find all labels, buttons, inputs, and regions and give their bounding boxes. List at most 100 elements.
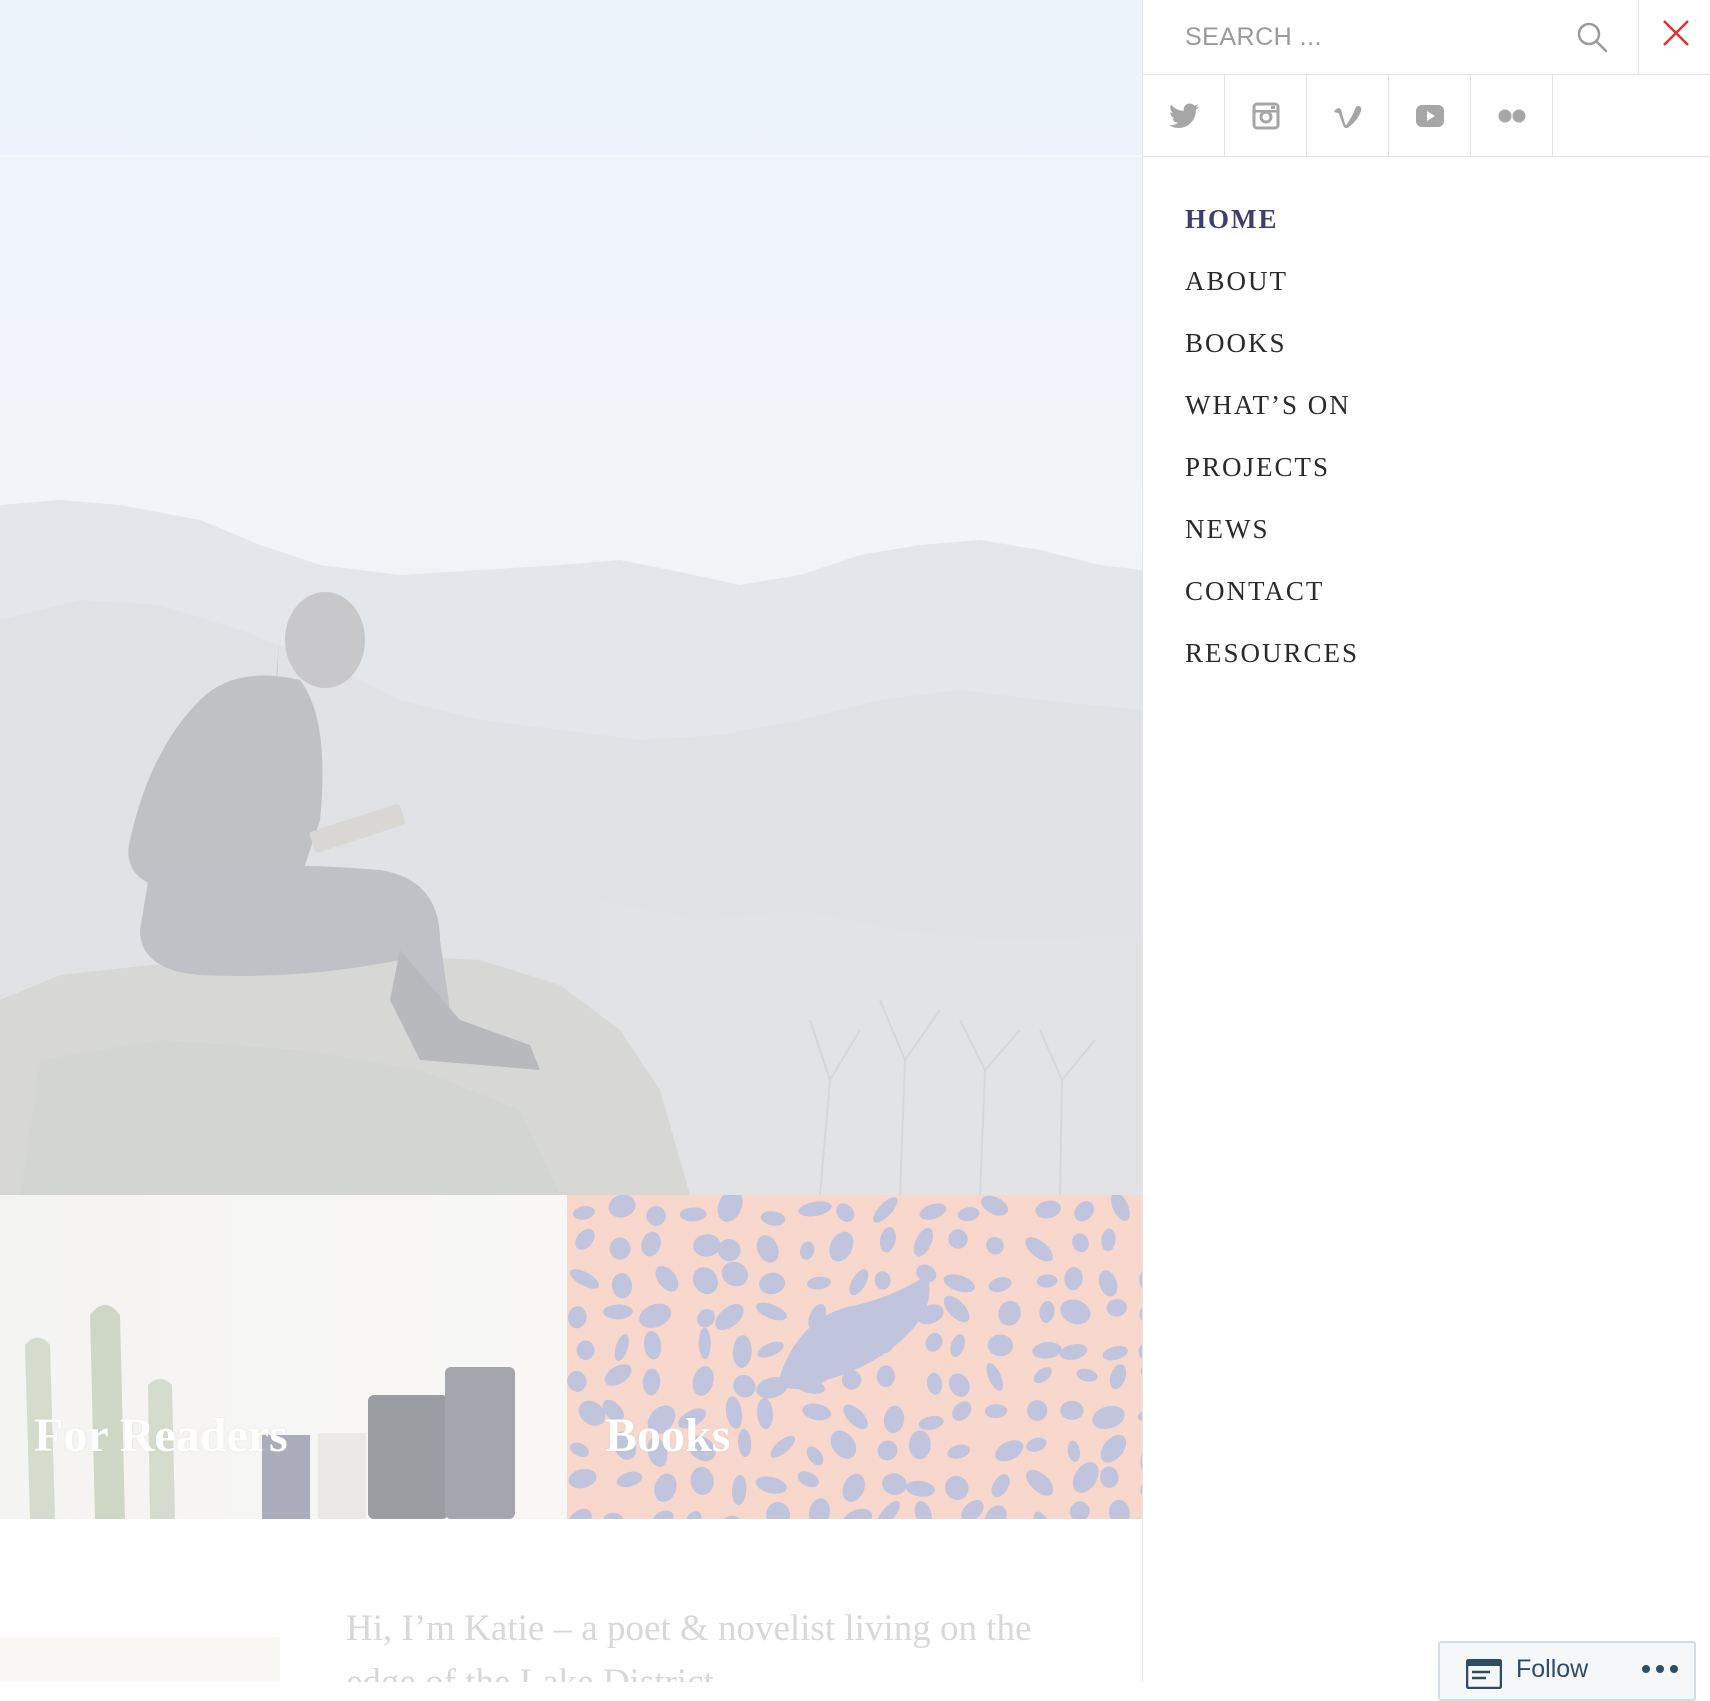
pattern-drop (756, 1235, 779, 1263)
pattern-drop (883, 1405, 905, 1434)
nav-item-contact[interactable]: CONTACT (1185, 568, 1359, 630)
pattern-drop (639, 1303, 672, 1328)
hero-landscape (0, 500, 1142, 1195)
pattern-drop (984, 1404, 1008, 1419)
pattern-drop (568, 1306, 587, 1329)
pattern-drop (986, 1236, 1004, 1255)
pattern-drop (692, 1267, 719, 1295)
pattern-drop (991, 1474, 1010, 1498)
pattern-drop (737, 1429, 752, 1458)
pattern-drop (732, 1475, 747, 1506)
search-icon (1577, 22, 1608, 53)
pattern-drop (873, 1197, 898, 1223)
pattern-drop (760, 1211, 786, 1226)
pattern-drop (843, 1404, 868, 1430)
nav-item-home[interactable]: HOME (1185, 196, 1359, 258)
pattern-drop (679, 1207, 707, 1222)
nav-item-whats-on[interactable]: WHAT’S ON (1185, 382, 1359, 444)
twitter-link[interactable] (1143, 75, 1225, 156)
search-button[interactable] (1573, 18, 1613, 58)
pattern-drop (755, 1476, 787, 1494)
pattern-drop (1059, 1344, 1088, 1360)
tile-for-readers[interactable]: For Readers (0, 1195, 567, 1519)
pattern-drop (1076, 1368, 1098, 1382)
pattern-drop (1138, 1341, 1142, 1363)
youtube-icon (1415, 104, 1444, 127)
pattern-drop (998, 1300, 1021, 1326)
pattern-drop (988, 1277, 1012, 1293)
pattern-drop (567, 1370, 587, 1392)
nav-item-resources[interactable]: RESOURCES (1185, 630, 1359, 692)
pattern-drop (952, 1401, 972, 1421)
pattern-drop (732, 1335, 752, 1368)
pattern-drop (945, 1475, 969, 1500)
pattern-drop (604, 1364, 632, 1386)
pattern-drop (829, 1231, 854, 1262)
tile-books[interactable]: Books (567, 1195, 1142, 1519)
pattern-drop (652, 1510, 674, 1519)
pattern-drop (698, 1327, 711, 1360)
pattern-drop (876, 1365, 895, 1388)
pattern-drop (987, 1334, 1014, 1357)
pattern-drop (1109, 1364, 1127, 1390)
pattern-drop (1035, 1200, 1062, 1219)
menu-panel: HOME ABOUT BOOKS WHAT’S ON PROJECTS NEWS… (1142, 0, 1710, 1682)
search-input[interactable] (1143, 0, 1638, 74)
pattern-drop (797, 1471, 819, 1488)
pattern-drop (1025, 1237, 1053, 1262)
pattern-drop (1039, 1300, 1055, 1323)
pattern-drop (1067, 1440, 1081, 1462)
more-icon[interactable] (1640, 1663, 1680, 1675)
pattern-drop (1033, 1511, 1052, 1519)
pattern-drop (717, 1195, 743, 1222)
nav-item-news[interactable]: NEWS (1185, 506, 1359, 568)
pattern-drop (1026, 1469, 1054, 1496)
pattern-drop (755, 1302, 787, 1321)
close-menu-button[interactable] (1638, 0, 1710, 74)
pattern-drop (806, 1276, 831, 1290)
pattern-drop (981, 1195, 1009, 1216)
pattern-drop (882, 1473, 907, 1495)
pattern-drop (1033, 1367, 1052, 1384)
pattern-drop (576, 1340, 595, 1360)
pattern-drop (572, 1205, 595, 1220)
vimeo-link[interactable] (1307, 75, 1389, 156)
pattern-drop (608, 1195, 636, 1218)
pattern-drop (685, 1511, 702, 1519)
pattern-drop (693, 1234, 721, 1257)
books-tile-pattern (567, 1195, 1142, 1519)
pattern-drop (766, 1502, 790, 1519)
pattern-drop (876, 1501, 900, 1519)
pattern-drop (1069, 1501, 1090, 1519)
pattern-drop (1026, 1400, 1048, 1421)
pattern-drop (1072, 1462, 1099, 1493)
pattern-drop (1064, 1267, 1083, 1291)
pattern-drop (877, 1440, 898, 1461)
pattern-drop (1100, 1466, 1119, 1488)
nav-item-books[interactable]: BOOKS (1185, 320, 1359, 382)
nav-item-projects[interactable]: PROJECTS (1185, 444, 1359, 506)
pattern-drop (770, 1435, 796, 1458)
pattern-drop (950, 1334, 965, 1357)
pattern-drop (721, 1515, 743, 1519)
pattern-drop (690, 1466, 714, 1495)
follow-button[interactable]: Follow (1438, 1641, 1696, 1701)
pattern-drop (575, 1228, 595, 1250)
pattern-drop (646, 1205, 666, 1226)
youtube-link[interactable] (1389, 75, 1471, 156)
flickr-link[interactable] (1471, 75, 1553, 156)
pattern-drop (1026, 1437, 1047, 1452)
tile-for-readers-title[interactable]: For Readers (34, 1408, 288, 1463)
pattern-drop (908, 1430, 931, 1460)
pattern-drop (798, 1201, 832, 1217)
pattern-drop (927, 1372, 943, 1395)
pattern-drop (948, 1373, 970, 1397)
tile-books-title[interactable]: Books (605, 1408, 730, 1463)
nav-item-about[interactable]: ABOUT (1185, 258, 1359, 320)
intro-text: Hi, I’m Katie – a poet & novelist living… (346, 1608, 1032, 1682)
pattern-drop (879, 1227, 896, 1253)
flickr-icon (1498, 109, 1525, 122)
pattern-drop (1092, 1405, 1125, 1430)
instagram-link[interactable] (1225, 75, 1307, 156)
pattern-drop (802, 1403, 832, 1421)
